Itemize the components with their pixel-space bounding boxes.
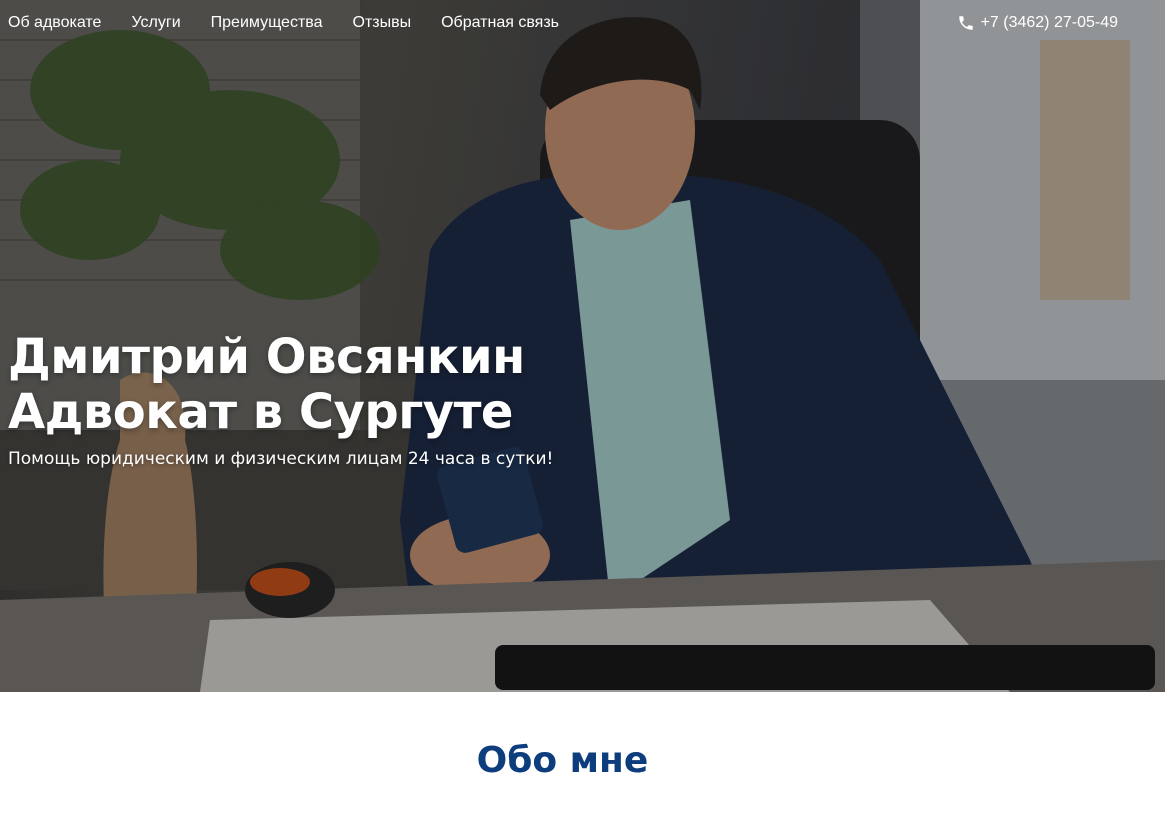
hero-text: Дмитрий Овсянкин Адвокат в Сургуте Помощ… (8, 330, 553, 470)
hero-subtitle: Помощь юридическим и физическим лицам 24… (8, 449, 554, 469)
phone-icon (957, 14, 975, 32)
top-nav: Об адвокате Услуги Преимущества Отзывы О… (8, 12, 589, 34)
nav-item-services[interactable]: Услуги (131, 14, 180, 32)
nav-item-feedback[interactable]: Обратная связь (441, 14, 559, 32)
hero-title-line1: Дмитрий Овсянкин (8, 329, 525, 385)
hero-title-line2: Адвокат в Сургуте (8, 384, 513, 440)
hero-section: Об адвокате Услуги Преимущества Отзывы О… (0, 0, 1165, 692)
phone-number[interactable]: +7 (3462) 27-05-49 (981, 14, 1118, 32)
nav-item-advantages[interactable]: Преимущества (211, 14, 323, 32)
phone-link[interactable]: +7 (3462) 27-05-49 (957, 12, 1118, 34)
about-heading: Обо мне (476, 740, 649, 781)
nav-item-reviews[interactable]: Отзывы (353, 14, 412, 32)
hero-title: Дмитрий Овсянкин Адвокат в Сургуте (8, 330, 553, 440)
nav-item-about-lawyer[interactable]: Об адвокате (8, 14, 101, 32)
